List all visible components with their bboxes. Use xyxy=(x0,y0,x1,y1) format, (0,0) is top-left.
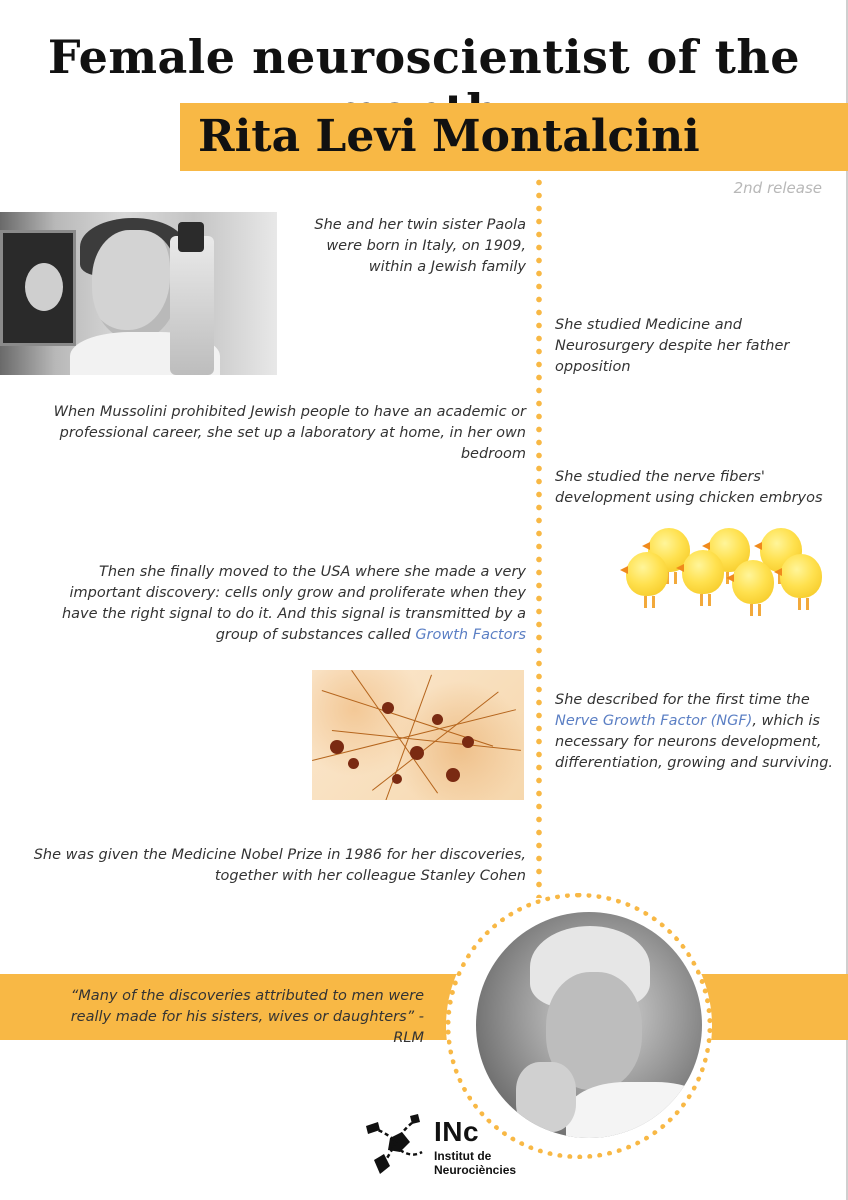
elderly-portrait-photo xyxy=(476,912,702,1138)
timeline-entry-home-lab: When Mussolini prohibited Jewish people … xyxy=(53,404,526,462)
institute-logo[interactable]: INc Institut de Neurociències xyxy=(360,1108,530,1184)
timeline-dotted-line xyxy=(536,176,542,898)
timeline-entry-ngf: She described for the first time the Ner… xyxy=(555,690,837,774)
timeline-entry-nobel: She was given the Medicine Nobel Prize i… xyxy=(33,847,526,884)
neurons-micrograph xyxy=(312,670,524,800)
logo-abbreviation: INc xyxy=(434,1116,480,1147)
growth-factors-link[interactable]: Growth Factors xyxy=(415,627,526,643)
release-label: 2nd release xyxy=(733,179,822,197)
timeline-entry-usa-discovery: Then she finally moved to the USA where … xyxy=(50,562,526,646)
scientist-name: Rita Levi Montalcini xyxy=(198,111,700,162)
ngf-link[interactable]: Nerve Growth Factor (NGF) xyxy=(555,713,752,729)
chicks-image xyxy=(620,522,830,622)
ngf-text-before: She described for the first time the xyxy=(555,692,810,708)
quote-text: “Many of the discoveries attributed to m… xyxy=(70,988,424,1046)
microscope-portrait-photo xyxy=(0,212,277,375)
timeline-entry-chicken-embryos: She studied the nerve fibers' developmen… xyxy=(555,469,823,506)
neuron-logo-icon xyxy=(366,1114,423,1174)
logo-line-1: Institut de xyxy=(434,1149,492,1163)
timeline-entry-medicine: She studied Medicine and Neurosurgery de… xyxy=(555,317,790,375)
timeline-entry-birth: She and her twin sister Paola were born … xyxy=(314,217,526,275)
logo-line-2: Neurociències xyxy=(434,1163,517,1177)
